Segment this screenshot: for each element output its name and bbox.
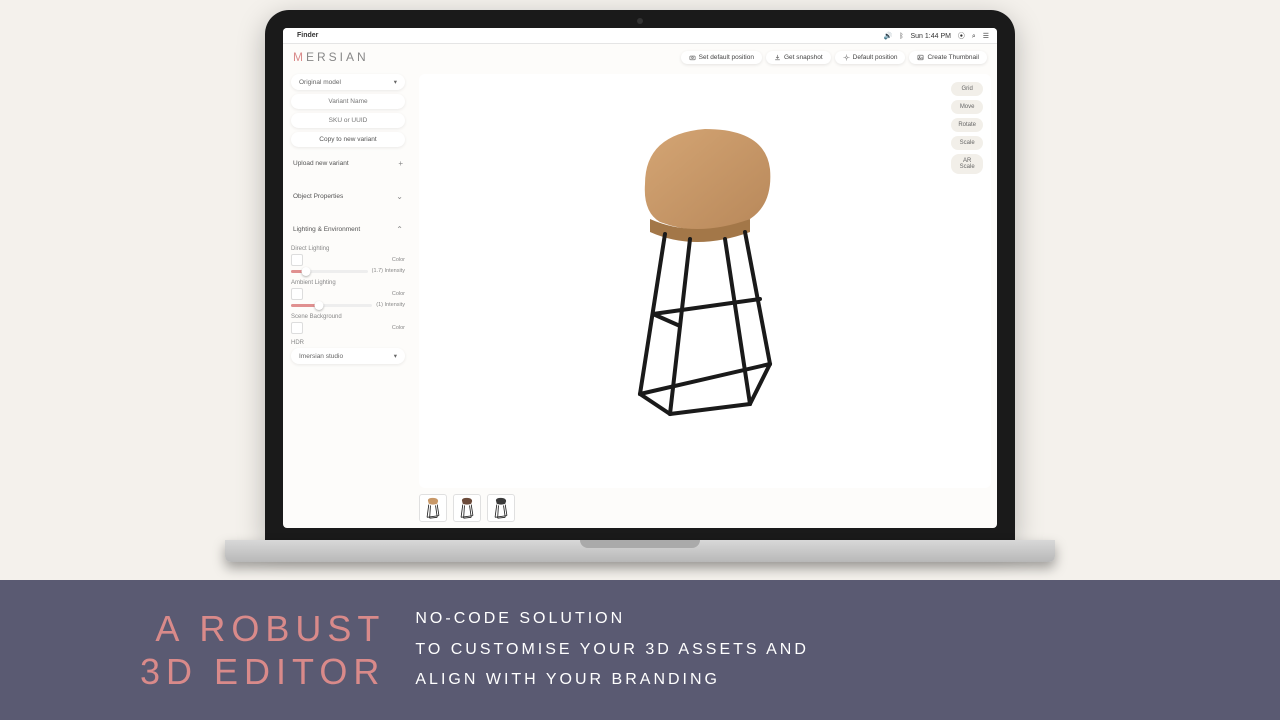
- app-header: MERSIAN Set default position Get snapsho…: [283, 44, 997, 70]
- product-3d-preview: [595, 104, 815, 424]
- clock-text: Sun 1:44 PM: [910, 33, 950, 40]
- chevron-down-icon: ⌄: [396, 192, 403, 201]
- color-label: Color: [392, 257, 405, 263]
- direct-intensity-value: (1.7) Intensity: [372, 268, 405, 274]
- color-label: Color: [392, 325, 405, 331]
- volume-icon: 🔊: [884, 33, 893, 40]
- banner-headline: A ROBUST 3D EDITOR: [140, 607, 415, 693]
- target-icon: [843, 54, 850, 61]
- upload-variant-row[interactable]: Upload new variant +: [291, 153, 405, 174]
- banner-subtext: NO-CODE SOLUTION TO CUSTOMISE YOUR 3D AS…: [415, 604, 809, 695]
- scale-tool[interactable]: Scale: [951, 136, 983, 150]
- direct-lighting-color-swatch[interactable]: [291, 254, 303, 266]
- ambient-lighting-color-swatch[interactable]: [291, 288, 303, 300]
- direct-lighting-label: Direct Lighting: [291, 246, 405, 252]
- search-icon: ⌕: [972, 33, 976, 40]
- variant-thumb[interactable]: [487, 494, 515, 522]
- chevron-up-icon: ⌃: [396, 225, 403, 234]
- sidebar: Original model ▾ Copy to new variant Upl…: [283, 70, 413, 528]
- wifi-icon: ⦿: [958, 33, 965, 40]
- default-position-button[interactable]: Default position: [835, 51, 906, 64]
- marketing-banner: A ROBUST 3D EDITOR NO-CODE SOLUTION TO C…: [0, 580, 1280, 720]
- ar-scale-tool[interactable]: ARScale: [951, 154, 983, 174]
- variant-thumbnails: [419, 494, 991, 522]
- model-select[interactable]: Original model ▾: [291, 74, 405, 90]
- scene-background-label: Scene Background: [291, 314, 405, 320]
- plus-icon: +: [398, 159, 403, 168]
- variant-thumb[interactable]: [419, 494, 447, 522]
- image-icon: [917, 54, 924, 61]
- finder-label: Finder: [297, 32, 318, 39]
- move-tool[interactable]: Move: [951, 100, 983, 114]
- variant-name-input[interactable]: [291, 94, 405, 109]
- grid-tool[interactable]: Grid: [951, 82, 983, 96]
- bluetooth-icon: ᛒ: [899, 33, 903, 40]
- camera-icon: [689, 54, 696, 61]
- logo: MERSIAN: [293, 50, 369, 64]
- ambient-intensity-value: (1) Intensity: [376, 302, 405, 308]
- rotate-tool[interactable]: Rotate: [951, 118, 983, 132]
- scene-background-color-swatch[interactable]: [291, 322, 303, 334]
- direct-intensity-slider[interactable]: [291, 270, 368, 273]
- mac-menubar: Finder 🔊 ᛒ Sun 1:44 PM ⦿ ⌕ ☰: [283, 28, 997, 44]
- copy-variant-button[interactable]: Copy to new variant: [291, 132, 405, 147]
- object-properties-section[interactable]: Object Properties ⌄: [291, 186, 405, 207]
- set-default-position-button[interactable]: Set default position: [681, 51, 762, 64]
- ambient-intensity-slider[interactable]: [291, 304, 372, 307]
- ambient-lighting-label: Ambient Lighting: [291, 280, 405, 286]
- hdr-select[interactable]: Imersian studio ▾: [291, 348, 405, 364]
- get-snapshot-button[interactable]: Get snapshot: [766, 51, 831, 64]
- chevron-down-icon: ▾: [394, 352, 397, 360]
- color-label: Color: [392, 291, 405, 297]
- viewport-3d[interactable]: Grid Move Rotate Scale ARScale: [419, 74, 991, 488]
- chevron-down-icon: ▾: [394, 78, 397, 86]
- menu-icon: ☰: [983, 33, 989, 40]
- variant-thumb[interactable]: [453, 494, 481, 522]
- sku-input[interactable]: [291, 113, 405, 128]
- laptop-frame: Finder 🔊 ᛒ Sun 1:44 PM ⦿ ⌕ ☰ MERSIAN: [265, 10, 1015, 562]
- create-thumbnail-button[interactable]: Create Thumbnail: [909, 51, 987, 64]
- hdr-label: HDR: [291, 340, 405, 346]
- download-icon: [774, 54, 781, 61]
- lighting-environment-section[interactable]: Lighting & Environment ⌃: [291, 219, 405, 240]
